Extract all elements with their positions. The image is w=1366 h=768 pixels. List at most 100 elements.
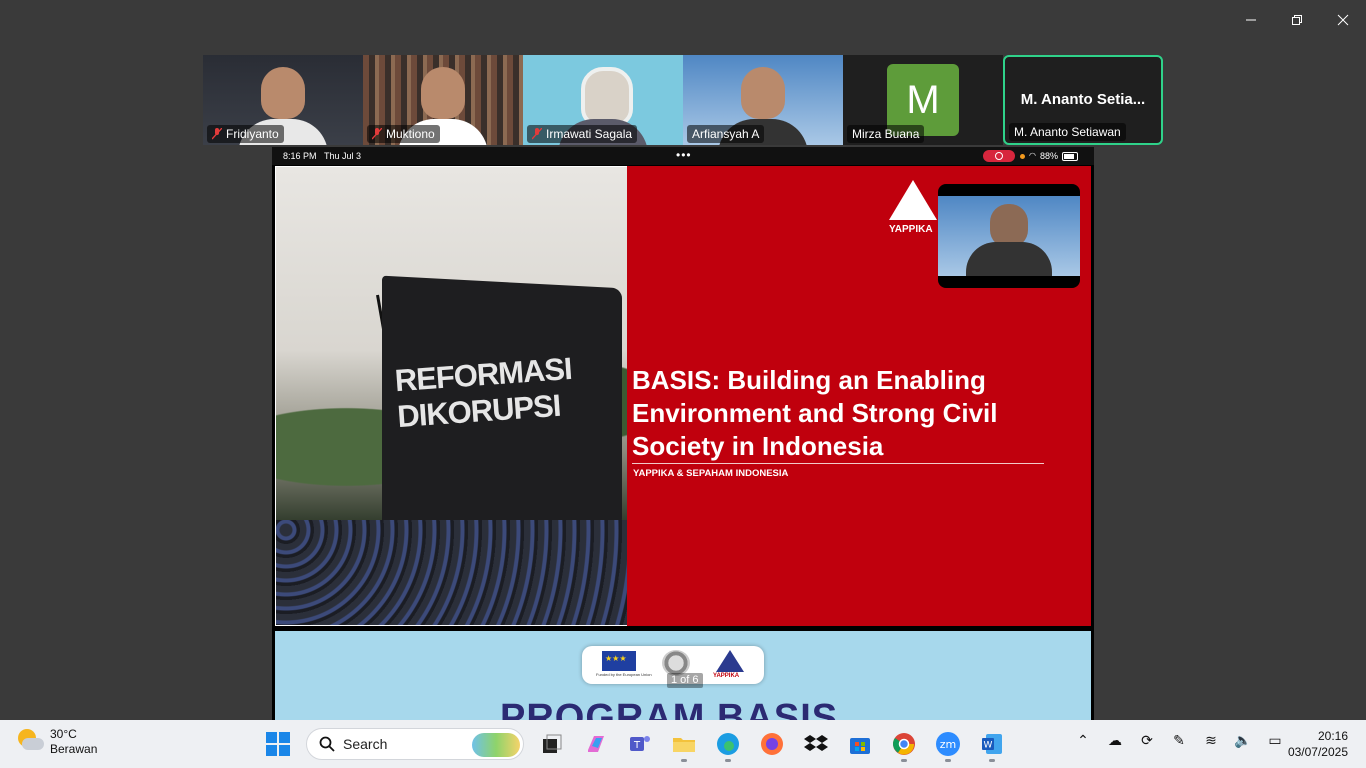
system-tray: ⌃ ☁ ⟳ ✎ ≋ 🔈 ▭	[1072, 732, 1286, 749]
more-dots-icon[interactable]: •••	[676, 147, 692, 164]
word-button[interactable]: W	[976, 726, 1008, 762]
slide-photo: REFORMASI DIKORUPSI	[276, 167, 627, 625]
participant-tile[interactable]: Irmawati Sagala	[523, 55, 683, 145]
search-box[interactable]: Search	[306, 728, 524, 760]
ipad-status-bar: 8:16 PM Thu Jul 3 ••• ◠ 88%	[272, 147, 1094, 165]
participant-tile[interactable]: Fridiyanto	[203, 55, 363, 145]
weather-widget[interactable]: 30°C Berawan	[16, 727, 97, 757]
yappika-logo: YAPPIKA	[889, 180, 937, 242]
next-slide-title: PROGRAM BASIS	[500, 697, 839, 720]
wifi-icon[interactable]: ≋	[1200, 732, 1222, 749]
participant-name-label: Irmawati Sagala	[527, 125, 638, 143]
zoom-icon: zm	[936, 732, 960, 756]
close-button[interactable]	[1320, 6, 1366, 34]
search-icon	[319, 736, 335, 752]
battery-icon	[1062, 151, 1078, 161]
volume-icon[interactable]: 🔈	[1232, 732, 1254, 749]
edge-button[interactable]	[712, 726, 744, 762]
weather-desc: Berawan	[50, 742, 98, 756]
edge-icon	[717, 733, 739, 755]
store-icon	[850, 738, 870, 754]
search-placeholder: Search	[343, 736, 388, 752]
shared-screen[interactable]: 8:16 PM Thu Jul 3 ••• ◠ 88% REFORMASI DI…	[272, 147, 1094, 720]
participant-video	[741, 67, 785, 119]
windows-icon	[266, 732, 290, 756]
participant-video	[581, 67, 633, 127]
participant-video	[261, 67, 305, 119]
participant-name-label: Mirza Buana	[847, 125, 925, 143]
page-indicator: 1 of 6	[667, 673, 703, 688]
wifi-icon: ◠	[1029, 151, 1036, 160]
chevron-up-icon[interactable]: ⌃	[1072, 732, 1094, 749]
weather-temp: 30°C	[50, 727, 77, 741]
participant-tile[interactable]: M Mirza Buana	[843, 55, 1003, 145]
battery-percent: 88%	[1039, 151, 1058, 161]
task-view-icon	[543, 734, 562, 753]
participant-video	[421, 67, 465, 119]
clock-date: 03/07/2025	[1287, 745, 1348, 759]
taskbar: 30°C Berawan Search T zm W ⌃ ☁ ⟳ ✎ ≋ 🔈 ▭…	[0, 720, 1366, 768]
slide-next: Funded by the European Union YAPPIKA 1 o…	[275, 631, 1091, 720]
start-button[interactable]	[262, 726, 294, 762]
partly-cloudy-icon	[16, 727, 44, 755]
slide-current: REFORMASI DIKORUPSI YAPPIKA BASIS: Build…	[275, 166, 1091, 626]
svg-text:zm: zm	[940, 738, 957, 751]
participant-tile-active-speaker[interactable]: M. Ananto Setia... M. Ananto Setiawan	[1003, 55, 1163, 145]
copilot-button[interactable]	[580, 726, 612, 762]
teams-icon: T	[630, 736, 650, 751]
eu-flag-icon	[602, 651, 636, 671]
participant-display-name: M. Ananto Setia...	[1020, 91, 1146, 108]
minimize-icon	[1246, 19, 1256, 21]
flag-text: REFORMASI DIKORUPSI	[393, 350, 573, 435]
firefox-icon	[761, 733, 783, 755]
participant-name-label: M. Ananto Setiawan	[1009, 123, 1126, 141]
system-clock[interactable]: 20:16 03/07/2025	[1288, 728, 1348, 760]
self-view-video[interactable]	[938, 184, 1080, 288]
dropbox-icon	[804, 735, 828, 751]
participant-name-label: Arfiansyah A	[687, 125, 765, 143]
divider	[632, 463, 1044, 464]
recording-icon	[983, 150, 1015, 162]
word-icon: W	[982, 734, 1002, 754]
folder-icon	[673, 738, 695, 752]
mic-muted-icon	[532, 128, 542, 140]
participant-name-label: Fridiyanto	[207, 125, 284, 143]
restore-icon	[1292, 15, 1302, 25]
search-highlight-image	[472, 733, 520, 757]
yappika-logo-icon	[716, 650, 744, 672]
pen-icon[interactable]: ✎	[1168, 732, 1190, 749]
zoom-button[interactable]: zm	[932, 726, 964, 762]
chrome-button[interactable]	[888, 726, 920, 762]
copilot-icon	[588, 736, 604, 752]
close-icon	[1337, 14, 1349, 26]
mic-muted-icon	[212, 128, 222, 140]
taskbar-apps: Search T zm W	[262, 726, 1008, 762]
dropbox-button[interactable]	[800, 726, 832, 762]
teams-button[interactable]: T	[624, 726, 656, 762]
minimize-button[interactable]	[1228, 6, 1274, 34]
slide-subtitle: YAPPIKA & SEPAHAM INDONESIA	[633, 468, 789, 479]
battery-icon[interactable]: ▭	[1264, 732, 1286, 749]
clock-time: 20:16	[1317, 729, 1348, 743]
sync-icon[interactable]: ⟳	[1136, 732, 1158, 749]
store-button[interactable]	[844, 726, 876, 762]
status-indicators: ◠ 88%	[1020, 147, 1078, 165]
status-time: 8:16 PM Thu Jul 3	[283, 151, 362, 161]
slide-title: BASIS: Building an Enabling Environment …	[632, 365, 998, 461]
task-view-button[interactable]	[536, 726, 568, 762]
participant-name-label: Muktiono	[367, 125, 440, 143]
participant-tile[interactable]: Muktiono	[363, 55, 523, 145]
restore-button[interactable]	[1274, 6, 1320, 34]
mic-indicator-icon	[1020, 153, 1025, 159]
window-controls	[1228, 6, 1366, 34]
onedrive-icon[interactable]: ☁	[1104, 732, 1126, 749]
firefox-button[interactable]	[756, 726, 788, 762]
chrome-icon	[893, 733, 915, 755]
participant-strip: Fridiyanto Muktiono Irmawati Sagala Arfi…	[203, 55, 1163, 145]
crowd	[276, 520, 627, 625]
mic-muted-icon	[372, 128, 382, 140]
participant-tile[interactable]: Arfiansyah A	[683, 55, 843, 145]
svg-text:W: W	[984, 741, 993, 751]
svg-text:T: T	[633, 740, 641, 751]
file-explorer-button[interactable]	[668, 726, 700, 762]
